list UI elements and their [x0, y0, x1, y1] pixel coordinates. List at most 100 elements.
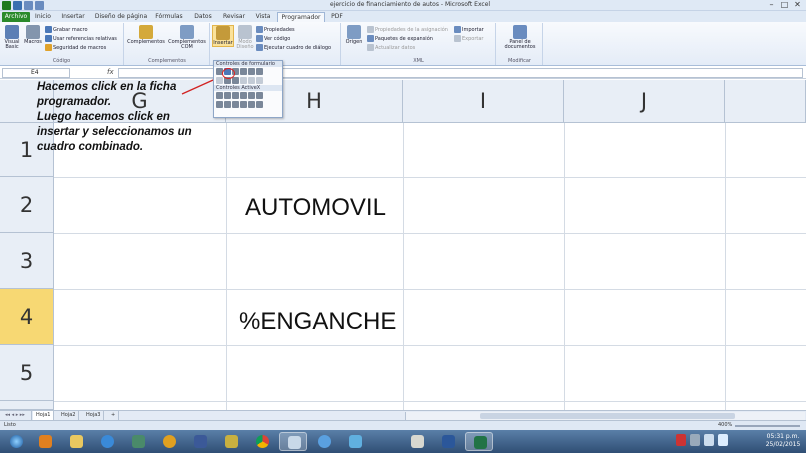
- activex-toggle-icon[interactable]: [248, 101, 255, 108]
- row-header-5[interactable]: 5: [0, 345, 54, 401]
- activex-button-icon[interactable]: [216, 92, 223, 99]
- tab-archivo[interactable]: Archivo: [2, 12, 30, 22]
- option-button-icon[interactable]: [256, 68, 263, 75]
- combo-dropdown-edit-icon[interactable]: [256, 77, 263, 84]
- com-addins-button[interactable]: Complementos COM: [167, 25, 207, 50]
- map-properties-button[interactable]: Propiedades de la asignación: [367, 26, 448, 33]
- taskbar-game[interactable]: [124, 432, 152, 451]
- macros-button[interactable]: Macros: [23, 25, 43, 45]
- zoom-slider[interactable]: [735, 425, 800, 427]
- tab-diseno-pagina[interactable]: Diseño de página: [92, 12, 150, 22]
- system-clock[interactable]: 05:31 p.m. 25/02/2015: [763, 433, 803, 449]
- document-panel-button[interactable]: Panel de documentos: [499, 25, 541, 50]
- group-box-icon[interactable]: [216, 77, 223, 84]
- column-header-j[interactable]: J: [564, 80, 725, 123]
- activex-checkbox-icon[interactable]: [232, 92, 239, 99]
- taskbar-internet-explorer[interactable]: [93, 432, 121, 451]
- design-mode-button[interactable]: Modo Diseño: [236, 25, 254, 50]
- taskbar-messenger[interactable]: [341, 432, 369, 451]
- row-header-4[interactable]: 4: [0, 289, 54, 345]
- name-box[interactable]: E4: [2, 68, 70, 78]
- activex-list-icon[interactable]: [240, 92, 247, 99]
- tab-formulas[interactable]: Fórmulas: [152, 12, 186, 22]
- run-dialog-button[interactable]: Ejecutar cuadro de diálogo: [256, 44, 331, 51]
- taskbar-book[interactable]: [403, 432, 431, 451]
- activex-option-icon[interactable]: [224, 101, 231, 108]
- tab-vista[interactable]: Vista: [252, 12, 274, 22]
- tab-pdf[interactable]: PDF: [328, 12, 346, 22]
- sheet-nav-arrows-icon[interactable]: ◂◂ ◂ ▸ ▸▸: [2, 411, 32, 420]
- refresh-data-button[interactable]: Actualizar datos: [367, 44, 415, 51]
- horizontal-scrollbar[interactable]: [405, 412, 805, 420]
- maximize-button[interactable]: □: [778, 0, 791, 10]
- activex-spin-icon[interactable]: [216, 101, 223, 108]
- taskbar-notepad[interactable]: [279, 432, 307, 451]
- scroll-bar-icon[interactable]: [232, 77, 239, 84]
- insert-function-icon[interactable]: fx: [107, 68, 114, 76]
- insert-control-button[interactable]: Insertar: [212, 25, 234, 47]
- start-button[interactable]: [2, 432, 30, 451]
- taskbar-facebook[interactable]: [186, 432, 214, 451]
- activex-textbox-icon[interactable]: [248, 92, 255, 99]
- macro-security-button[interactable]: Seguridad de macros: [45, 44, 106, 51]
- taskbar-media-center[interactable]: [155, 432, 183, 451]
- cell-h4[interactable]: %ENGANCHE: [239, 308, 396, 336]
- taskbar-word[interactable]: [434, 432, 462, 451]
- activex-combo-icon[interactable]: [224, 92, 231, 99]
- network-icon[interactable]: [704, 434, 714, 446]
- record-macro-button[interactable]: Grabar macro: [45, 26, 88, 33]
- relative-references-button[interactable]: Usar referencias relativas: [45, 35, 117, 42]
- row-header-6[interactable]: [0, 401, 54, 410]
- tutorial-annotation: Hacemos click en la ficha programador. L…: [37, 80, 217, 155]
- save-icon[interactable]: [13, 1, 22, 10]
- scrollbar-thumb[interactable]: [480, 413, 735, 419]
- addins-button[interactable]: Complementos: [127, 25, 165, 45]
- taskbar-file-explorer[interactable]: [62, 432, 90, 451]
- folder-icon: [70, 435, 83, 448]
- tab-revisar[interactable]: Revisar: [220, 12, 248, 22]
- tab-inicio[interactable]: Inicio: [32, 12, 54, 22]
- sheet-tab-hoja1[interactable]: Hoja1: [33, 411, 55, 420]
- row-header-3[interactable]: 3: [0, 233, 54, 289]
- taskbar-chrome[interactable]: [248, 432, 276, 451]
- taskbar-browser[interactable]: [310, 432, 338, 451]
- taskbar-media-player[interactable]: [31, 432, 59, 451]
- clock-date: 25/02/2015: [765, 441, 801, 448]
- activex-label-icon[interactable]: [232, 101, 239, 108]
- redo-icon[interactable]: [35, 1, 44, 10]
- minimize-button[interactable]: –: [765, 0, 778, 10]
- activex-scroll-icon[interactable]: [256, 92, 263, 99]
- zoom-level[interactable]: 400%: [718, 422, 732, 428]
- action-center-icon[interactable]: [690, 434, 700, 446]
- list-box-icon[interactable]: [248, 68, 255, 75]
- export-button[interactable]: Exportar: [454, 35, 484, 42]
- text-field-icon[interactable]: [240, 77, 247, 84]
- column-header-k[interactable]: [725, 80, 806, 123]
- activex-image-icon[interactable]: [240, 101, 247, 108]
- expansion-packs-button[interactable]: Paquetes de expansión: [367, 35, 433, 42]
- combo-list-edit-icon[interactable]: [248, 77, 255, 84]
- activex-more-icon[interactable]: [256, 101, 263, 108]
- tab-datos[interactable]: Datos: [190, 12, 216, 22]
- close-button[interactable]: ✕: [791, 0, 804, 10]
- new-sheet-icon[interactable]: +: [108, 411, 120, 420]
- view-code-button[interactable]: Ver código: [256, 35, 290, 42]
- tab-insertar[interactable]: Insertar: [58, 12, 88, 22]
- column-header-i[interactable]: I: [403, 80, 564, 123]
- source-button[interactable]: Origen: [344, 25, 364, 45]
- volume-icon[interactable]: [718, 434, 728, 446]
- taskbar-dictionary[interactable]: [217, 432, 245, 451]
- taskbar-excel[interactable]: [465, 432, 493, 451]
- import-button[interactable]: Importar: [454, 26, 484, 33]
- notification-icon[interactable]: [676, 434, 686, 446]
- sheet-tab-hoja3[interactable]: Hoja3: [83, 411, 105, 420]
- group-complementos-label: Complementos: [148, 58, 186, 64]
- sheet-tab-hoja2[interactable]: Hoja2: [58, 411, 80, 420]
- spin-button-icon[interactable]: [240, 68, 247, 75]
- visual-basic-button[interactable]: Visual Basic: [2, 25, 22, 50]
- undo-icon[interactable]: [24, 1, 33, 10]
- cell-h2[interactable]: AUTOMOVIL: [245, 194, 386, 222]
- row-header-2[interactable]: 2: [0, 177, 54, 233]
- tab-programador[interactable]: Programador: [277, 12, 325, 22]
- properties-button[interactable]: Propiedades: [256, 26, 295, 33]
